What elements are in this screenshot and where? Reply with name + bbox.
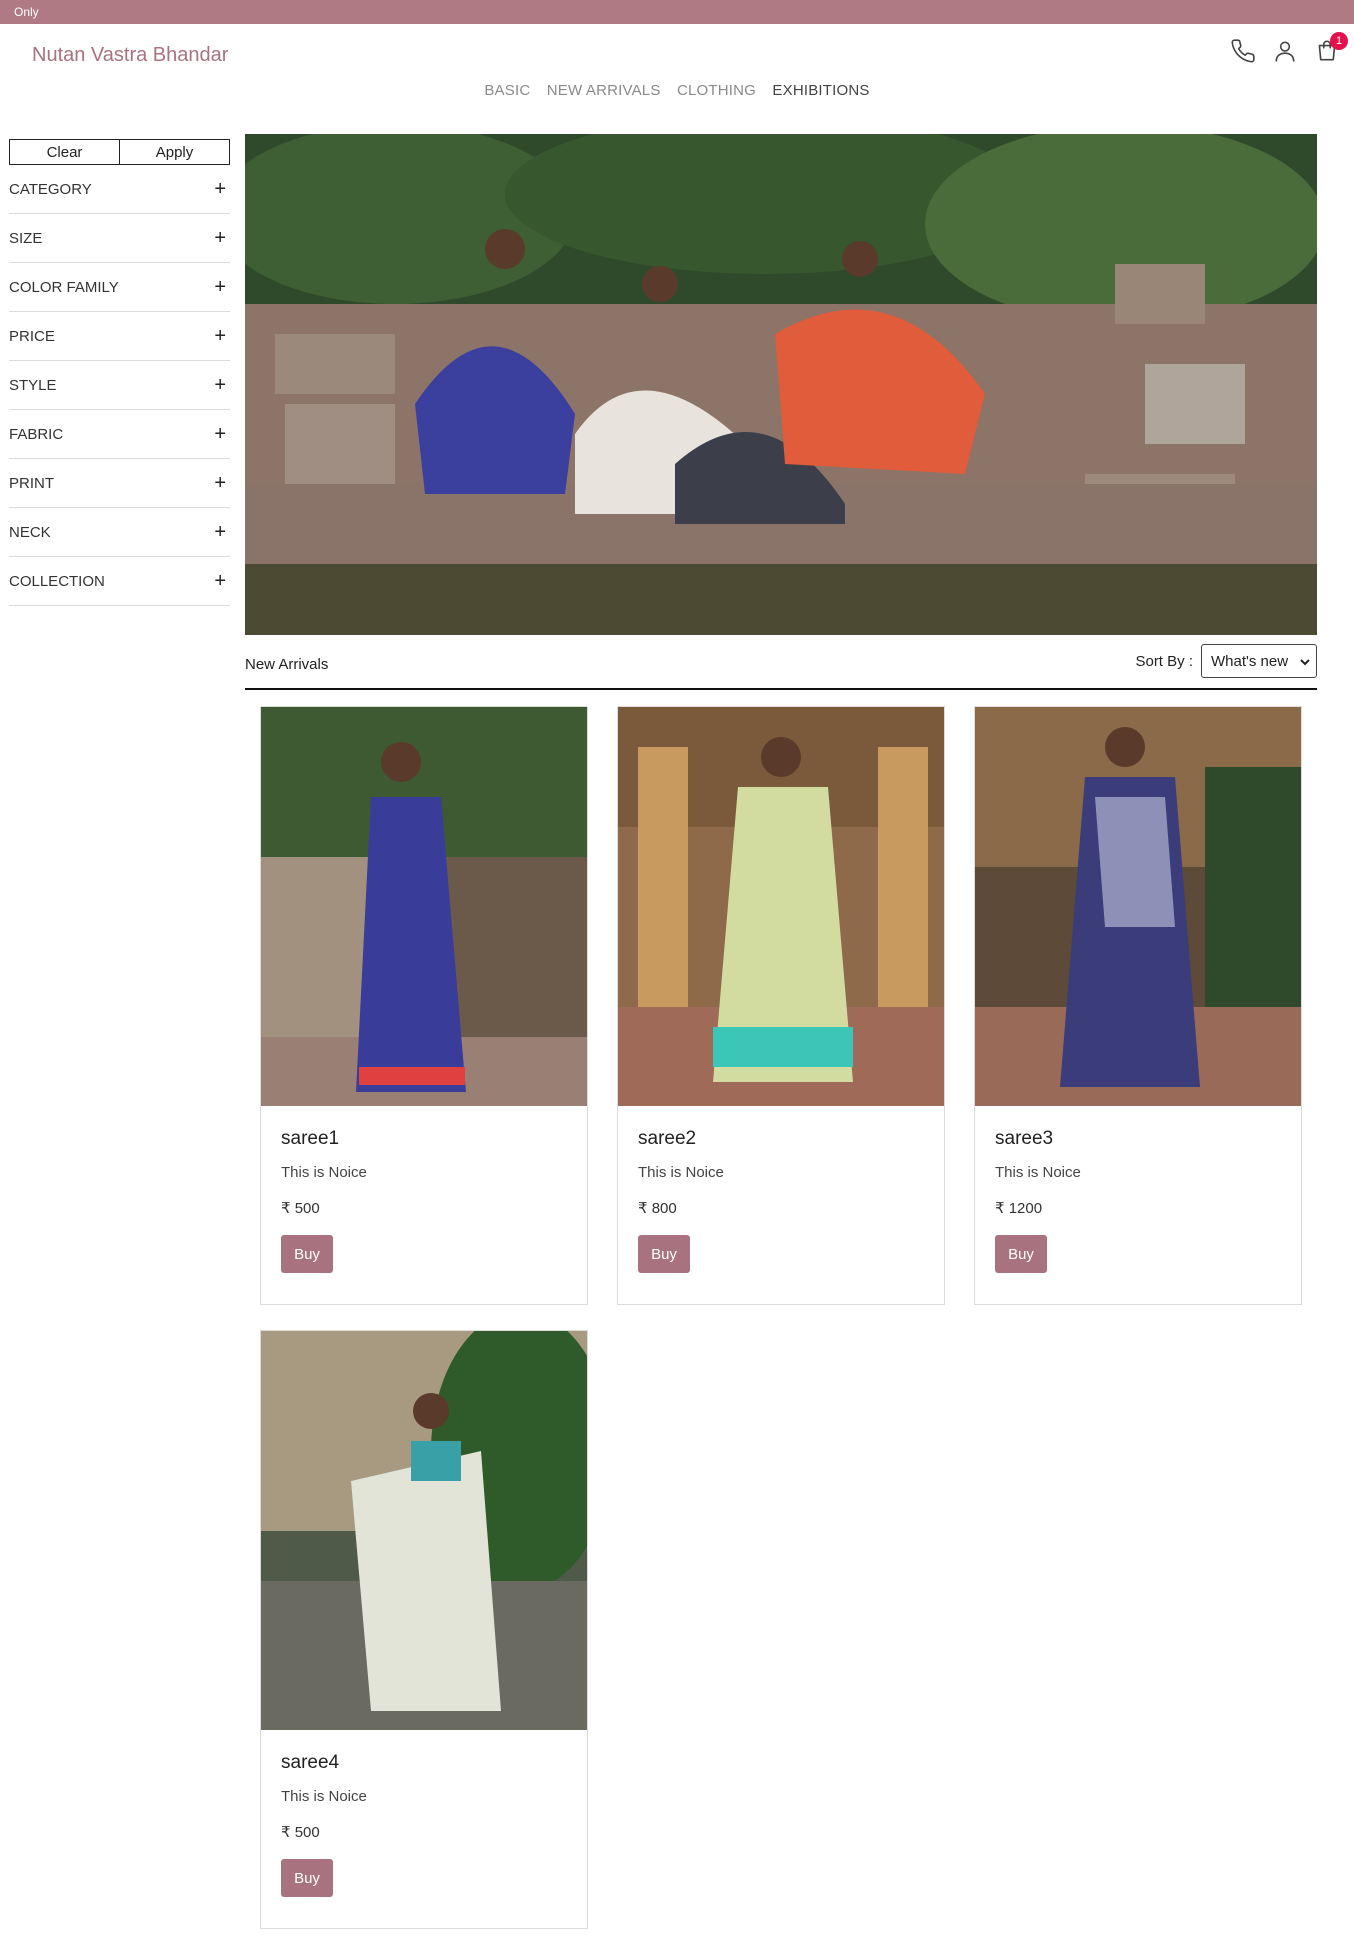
filter-label: SIZE xyxy=(9,229,43,247)
product-name[interactable]: saree3 xyxy=(995,1128,1281,1150)
chevron-down-icon xyxy=(1300,653,1310,670)
product-card[interactable]: saree4 This is Noice ₹ 500 Buy xyxy=(260,1330,588,1929)
announcement-text: Only xyxy=(14,5,39,19)
product-price: ₹ 500 xyxy=(281,1200,320,1217)
filter-sidebar: Clear Apply CATEGORY + SIZE + COLOR FAMILY… xyxy=(9,139,230,606)
sort-control: Sort By : What's new xyxy=(1135,644,1317,678)
filter-size[interactable]: SIZE + xyxy=(9,214,230,263)
buy-button[interactable]: Buy xyxy=(638,1235,690,1273)
filter-price[interactable]: PRICE + xyxy=(9,312,230,361)
plus-icon[interactable]: + xyxy=(214,571,226,591)
announcement-bar: Only xyxy=(0,0,1354,24)
product-description: This is Noice xyxy=(995,1164,1081,1181)
product-price: ₹ 1200 xyxy=(995,1200,1043,1217)
buy-button[interactable]: Buy xyxy=(281,1859,333,1897)
product-price: ₹ 800 xyxy=(638,1200,677,1217)
plus-icon[interactable]: + xyxy=(214,179,226,199)
plus-icon[interactable]: + xyxy=(214,522,226,542)
sort-selected-value: What's new xyxy=(1211,652,1289,670)
product-image[interactable] xyxy=(618,707,944,1106)
sort-select[interactable]: What's new xyxy=(1201,644,1317,678)
product-card[interactable]: saree2 This is Noice ₹ 800 Buy xyxy=(617,706,945,1305)
product-description: This is Noice xyxy=(281,1788,367,1805)
plus-icon[interactable]: + xyxy=(214,375,226,395)
user-icon[interactable] xyxy=(1272,38,1298,64)
product-price: ₹ 500 xyxy=(281,1824,320,1841)
product-name[interactable]: saree2 xyxy=(638,1128,924,1150)
filter-label: STYLE xyxy=(9,376,57,394)
product-description: This is Noice xyxy=(281,1164,367,1181)
listing-title: New Arrivals xyxy=(245,656,329,673)
plus-icon[interactable]: + xyxy=(214,277,226,297)
filter-label: CATEGORY xyxy=(9,180,92,198)
sort-label: Sort By : xyxy=(1135,652,1193,670)
plus-icon[interactable]: + xyxy=(214,473,226,493)
filter-category[interactable]: CATEGORY + xyxy=(9,165,230,214)
product-image[interactable] xyxy=(261,1331,587,1730)
header-actions: 1 xyxy=(1230,32,1348,64)
plus-icon[interactable]: + xyxy=(214,424,226,444)
plus-icon[interactable]: + xyxy=(214,326,226,346)
hero-banner-image xyxy=(245,134,1317,635)
nav-clothing[interactable]: CLOTHING xyxy=(677,82,756,99)
buy-button[interactable]: Buy xyxy=(281,1235,333,1273)
product-card[interactable]: saree3 This is Noice ₹ 1200 Buy xyxy=(974,706,1302,1305)
nav-new-arrivals[interactable]: NEW ARRIVALS xyxy=(547,82,661,99)
listing-toolbar: New Arrivals Sort By : What's new xyxy=(245,644,1317,690)
filter-fabric[interactable]: FABRIC + xyxy=(9,410,230,459)
filter-color-family[interactable]: COLOR FAMILY + xyxy=(9,263,230,312)
product-image[interactable] xyxy=(975,707,1301,1106)
filter-style[interactable]: STYLE + xyxy=(9,361,230,410)
filter-neck[interactable]: NECK + xyxy=(9,508,230,557)
product-name[interactable]: saree1 xyxy=(281,1128,567,1150)
product-description: This is Noice xyxy=(638,1164,724,1181)
product-image[interactable] xyxy=(261,707,587,1106)
filter-label: NECK xyxy=(9,523,51,541)
filter-print[interactable]: PRINT + xyxy=(9,459,230,508)
clear-filters-button[interactable]: Clear xyxy=(9,139,120,165)
nav-exhibitions[interactable]: EXHIBITIONS xyxy=(772,82,869,99)
brand-logo-text[interactable]: Nutan Vastra Bhandar xyxy=(32,44,228,67)
plus-icon[interactable]: + xyxy=(214,228,226,248)
apply-filters-button[interactable]: Apply xyxy=(120,139,230,165)
filter-label: PRICE xyxy=(9,327,55,345)
filter-collection[interactable]: COLLECTION + xyxy=(9,557,230,606)
filter-label: COLLECTION xyxy=(9,572,105,590)
filter-actions: Clear Apply xyxy=(9,139,230,165)
product-name[interactable]: saree4 xyxy=(281,1752,567,1774)
phone-icon[interactable] xyxy=(1230,38,1256,64)
buy-button[interactable]: Buy xyxy=(995,1235,1047,1273)
main-nav: BASIC NEW ARRIVALS CLOTHING EXHIBITIONS xyxy=(0,82,1354,99)
filter-label: FABRIC xyxy=(9,425,64,443)
nav-basic[interactable]: BASIC xyxy=(484,82,530,99)
filter-label: COLOR FAMILY xyxy=(9,278,119,296)
cart-icon[interactable]: 1 xyxy=(1314,32,1348,64)
cart-count-badge: 1 xyxy=(1330,32,1348,50)
filter-label: PRINT xyxy=(9,474,54,492)
product-card[interactable]: saree1 This is Noice ₹ 500 Buy xyxy=(260,706,588,1305)
